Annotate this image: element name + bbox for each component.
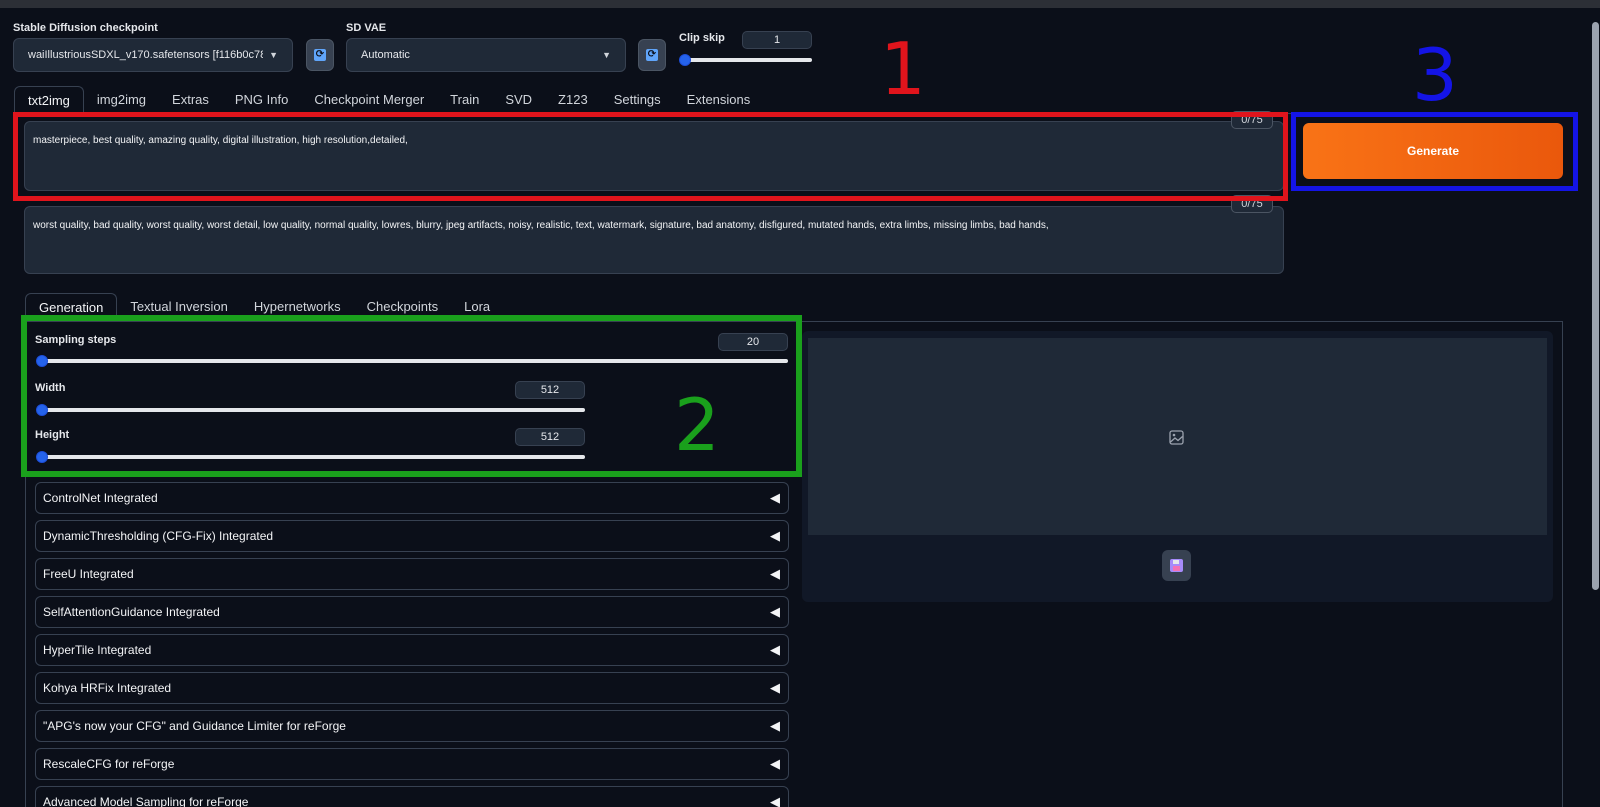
triangle-left-icon: ◀ [770, 718, 780, 733]
tab-img2img[interactable]: img2img [84, 86, 159, 114]
triangle-left-icon: ◀ [770, 490, 780, 505]
triangle-left-icon: ◀ [770, 528, 780, 543]
triangle-left-icon: ◀ [770, 794, 780, 807]
triangle-left-icon: ◀ [770, 566, 780, 581]
clip-skip-slider-thumb[interactable] [679, 54, 691, 66]
accordion-hypertile[interactable]: HyperTile Integrated ◀ [35, 634, 789, 666]
annotation-number-2: 2 [674, 383, 720, 467]
checkpoint-value: waiIllustriousSDXL_v170.safetensors [f11… [28, 49, 264, 61]
tab-png-info[interactable]: PNG Info [222, 86, 301, 114]
tab-checkpoint-merger[interactable]: Checkpoint Merger [301, 86, 437, 114]
accordion-label: RescaleCFG for reForge [43, 757, 175, 771]
accordion-label: "APG's now your CFG" and Guidance Limite… [43, 719, 346, 733]
accordion-freeu[interactable]: FreeU Integrated ◀ [35, 558, 789, 590]
accordion-controlnet[interactable]: ControlNet Integrated ◀ [35, 482, 789, 514]
main-tabs: txt2img img2img Extras PNG Info Checkpoi… [14, 86, 763, 114]
tab-train[interactable]: Train [437, 86, 492, 114]
accordion-dynamic-thresholding[interactable]: DynamicThresholding (CFG-Fix) Integrated… [35, 520, 789, 552]
accordion-label: SelfAttentionGuidance Integrated [43, 605, 220, 619]
chevron-down-icon: ▼ [602, 50, 611, 60]
triangle-left-icon: ◀ [770, 756, 780, 771]
accordion-advanced-model-sampling[interactable]: Advanced Model Sampling for reForge ◀ [35, 786, 789, 807]
accordion-label: Advanced Model Sampling for reForge [43, 795, 249, 807]
accordion-kohya-hrfix[interactable]: Kohya HRFix Integrated ◀ [35, 672, 789, 704]
refresh-icon: ⟳ [314, 49, 326, 61]
clip-skip-slider[interactable] [682, 58, 812, 62]
accordion-rescale-cfg[interactable]: RescaleCFG for reForge ◀ [35, 748, 789, 780]
refresh-icon: ⟳ [646, 49, 658, 61]
accordion-label: HyperTile Integrated [43, 643, 152, 657]
tab-svd[interactable]: SVD [492, 86, 545, 114]
checkpoint-refresh-button[interactable]: ⟳ [306, 39, 334, 71]
accordion-label: Kohya HRFix Integrated [43, 681, 172, 695]
annotation-box-prompt [13, 112, 1288, 201]
triangle-left-icon: ◀ [770, 680, 780, 695]
checkpoint-dropdown[interactable]: waiIllustriousSDXL_v170.safetensors [f11… [13, 38, 293, 72]
negative-prompt-textarea[interactable]: worst quality, bad quality, worst qualit… [24, 206, 1284, 274]
save-button[interactable] [1162, 550, 1191, 581]
tab-settings[interactable]: Settings [601, 86, 674, 114]
vae-label: SD VAE [346, 22, 387, 34]
clip-skip-input[interactable]: 1 [742, 31, 812, 49]
annotation-number-1: 1 [880, 27, 926, 111]
clip-skip-label: Clip skip [679, 32, 725, 44]
floppy-disk-icon [1170, 559, 1183, 572]
vae-dropdown[interactable]: Automatic ▼ [346, 38, 626, 72]
accordion-apg-cfg[interactable]: "APG's now your CFG" and Guidance Limite… [35, 710, 789, 742]
accordion-label: ControlNet Integrated [43, 491, 158, 505]
tab-extras[interactable]: Extras [159, 86, 222, 114]
checkpoint-label: Stable Diffusion checkpoint [13, 22, 158, 34]
vae-value: Automatic [361, 49, 410, 61]
accordion-label: DynamicThresholding (CFG-Fix) Integrated [43, 529, 274, 543]
tab-txt2img[interactable]: txt2img [14, 86, 84, 114]
window-top-strip [0, 0, 1600, 8]
triangle-left-icon: ◀ [770, 642, 780, 657]
page-scrollbar-thumb[interactable] [1592, 22, 1599, 590]
triangle-left-icon: ◀ [770, 604, 780, 619]
vae-refresh-button[interactable]: ⟳ [638, 39, 666, 71]
accordion-label: FreeU Integrated [43, 567, 134, 581]
tab-z123[interactable]: Z123 [545, 86, 601, 114]
annotation-number-3: 3 [1412, 33, 1458, 117]
tab-extensions[interactable]: Extensions [674, 86, 764, 114]
accordion-self-attention-guidance[interactable]: SelfAttentionGuidance Integrated ◀ [35, 596, 789, 628]
annotation-box-generate [1291, 112, 1578, 191]
chevron-down-icon: ▼ [269, 50, 278, 60]
image-icon [1169, 430, 1184, 445]
